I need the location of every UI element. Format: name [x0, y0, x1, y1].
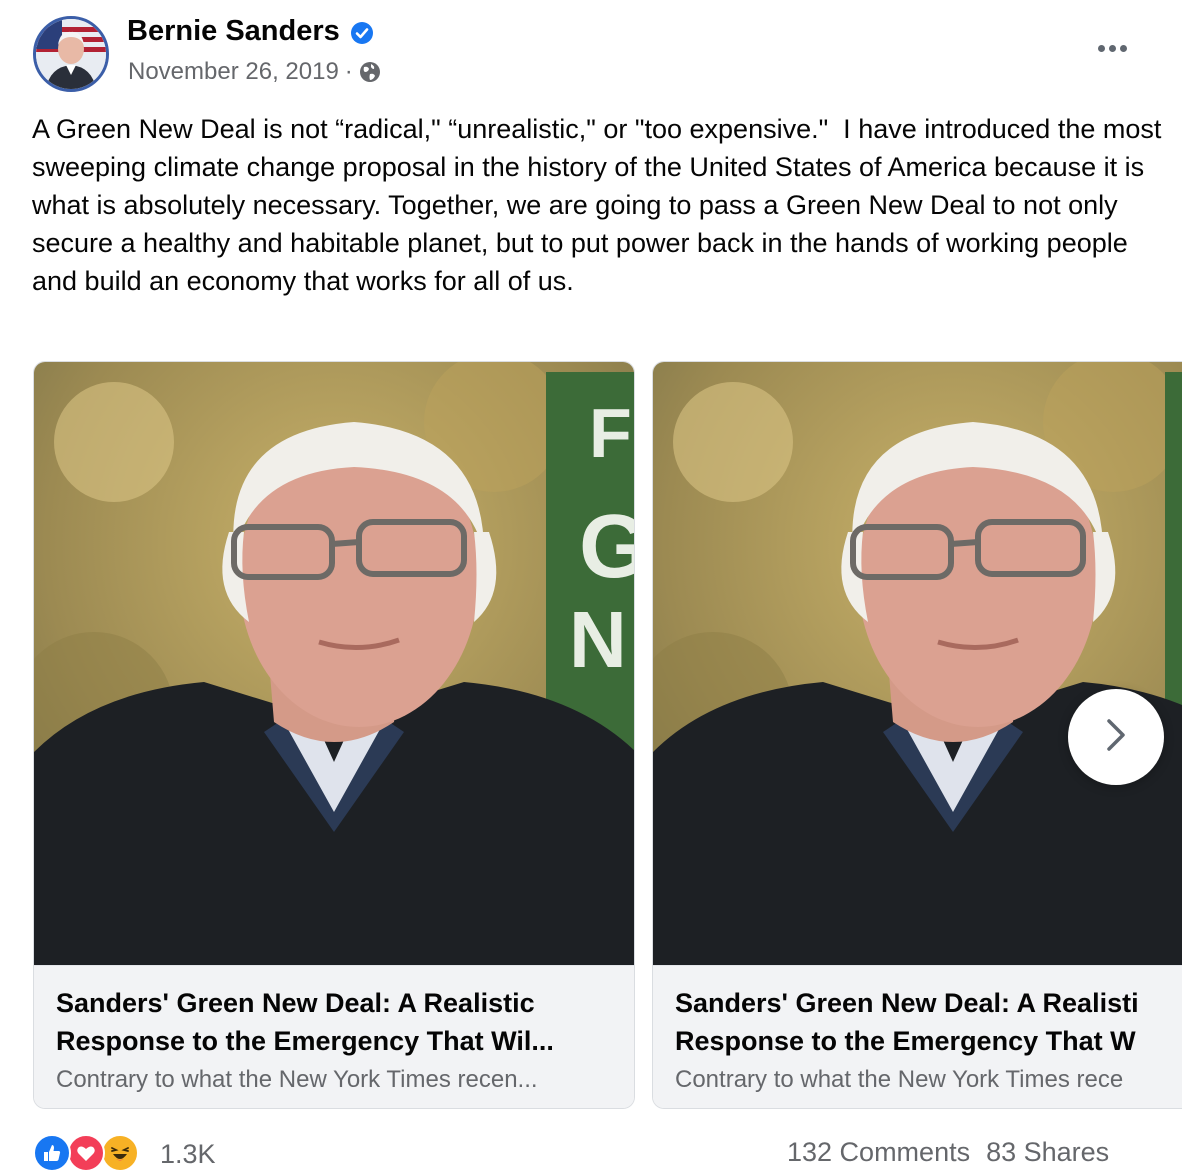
haha-icon: [101, 1134, 139, 1172]
svg-text:F: F: [589, 394, 632, 472]
facebook-post: Bernie Sanders November 26, 2019 · A Gre…: [0, 0, 1182, 1174]
reactions-summary[interactable]: 1.3K: [33, 1134, 216, 1174]
reaction-icons: [33, 1134, 148, 1174]
author-name[interactable]: Bernie Sanders: [127, 15, 374, 48]
link-card-caption: Sanders' Green New Deal: A Realistic Res…: [34, 965, 634, 1108]
like-icon: [33, 1134, 71, 1172]
comments-count[interactable]: 132 Comments: [787, 1137, 970, 1168]
reaction-count[interactable]: 1.3K: [160, 1139, 216, 1170]
post-date[interactable]: November 26, 2019: [128, 58, 339, 86]
svg-text:G: G: [579, 497, 635, 597]
globe-icon[interactable]: [359, 61, 381, 83]
link-card-title-line: Sanders' Green New Deal: A Realisti: [675, 988, 1139, 1018]
svg-text:N: N: [569, 595, 627, 684]
link-card[interactable]: F G N: [33, 361, 635, 1109]
avatar[interactable]: [33, 16, 109, 92]
author-name-text[interactable]: Bernie Sanders: [127, 15, 340, 48]
meta-separator: ·: [344, 58, 353, 85]
more-dot: [1119, 44, 1127, 52]
chevron-right-icon: [1103, 717, 1129, 758]
link-card-caption: Sanders' Green New Deal: A Realisti Resp…: [653, 965, 1182, 1108]
more-dot: [1108, 44, 1116, 52]
post-stats: 132 Comments 83 Shares: [787, 1137, 1109, 1168]
link-card-title[interactable]: Sanders' Green New Deal: A Realistic Res…: [56, 984, 616, 1060]
post-meta: November 26, 2019 ·: [128, 58, 381, 86]
more-dot: [1097, 44, 1105, 52]
carousel-next-button[interactable]: [1068, 689, 1164, 785]
link-card-description: Contrary to what the New York Times rece…: [56, 1066, 538, 1093]
link-card-title-line: Sanders' Green New Deal: A Realistic: [56, 988, 535, 1018]
link-card-photo: F G N: [34, 362, 635, 965]
link-card-title-line: Response to the Emergency That Wil...: [56, 1026, 554, 1056]
love-icon: [67, 1134, 105, 1172]
more-options-icon[interactable]: [1089, 30, 1135, 66]
link-card-title-line: Response to the Emergency That W: [675, 1026, 1136, 1056]
link-card-photo: [653, 362, 1182, 965]
post-text: A Green New Deal is not “radical," “unre…: [32, 114, 1169, 296]
shares-count[interactable]: 83 Shares: [986, 1137, 1109, 1168]
verified-badge-icon: [350, 20, 374, 44]
link-card-description: Contrary to what the New York Times rece: [675, 1066, 1124, 1093]
link-card-title[interactable]: Sanders' Green New Deal: A Realisti Resp…: [675, 984, 1182, 1060]
